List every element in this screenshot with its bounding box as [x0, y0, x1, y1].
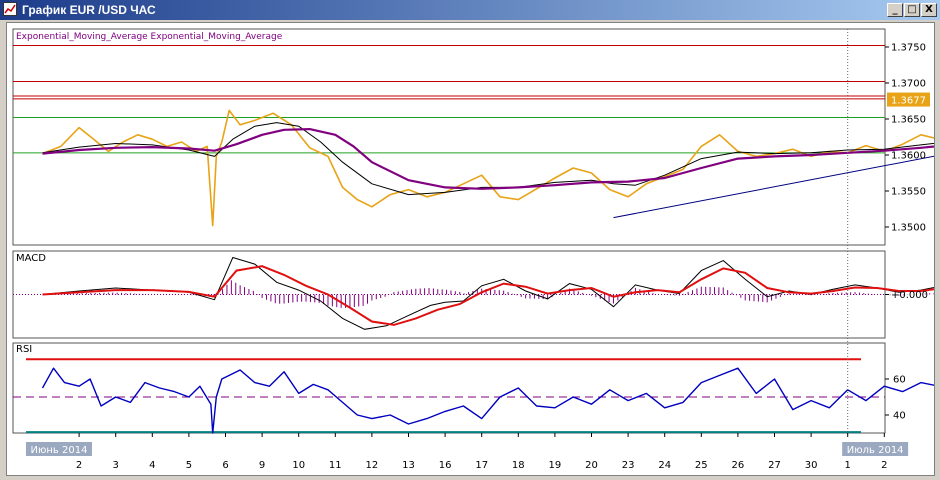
x-tick-label-3: 4: [149, 460, 155, 471]
rsi-ytick-label-1: 60: [893, 375, 906, 386]
window-titlebar[interactable]: График EUR /USD ЧАС _ □ X: [0, 0, 940, 20]
window-title: График EUR /USD ЧАС: [22, 3, 156, 17]
x-tick-label-11: 16: [439, 460, 452, 471]
x-tick-label-14: 19: [549, 460, 562, 471]
x-tick-label-13: 18: [512, 460, 525, 471]
x-tick-label-16: 23: [622, 460, 635, 471]
month-label-2: Июль 2014: [847, 445, 904, 456]
price-ytick-label-4: 1.3600: [891, 151, 926, 162]
x-tick-label-23: 2: [881, 460, 887, 471]
price-ytick-label-1: 1.3750: [891, 43, 926, 54]
x-tick-label-17: 24: [658, 460, 671, 471]
month-label-1: Июнь 2014: [30, 445, 87, 456]
x-tick-label-6: 9: [259, 460, 265, 471]
x-tick-label-7: 10: [292, 460, 305, 471]
chart-area[interactable]: 1.3750 1.3700 1.3650 1.3600 1.3550 1.3500 1.36…: [6, 22, 935, 476]
x-tick-label-10: 13: [402, 460, 415, 471]
price-panel-title: Exponential_Moving_Average Exponential_M…: [16, 32, 283, 42]
maximize-button[interactable]: □: [904, 3, 920, 17]
x-tick-label-19: 26: [732, 460, 745, 471]
macd-panel-title: MACD: [16, 253, 46, 264]
x-tick-label-12: 17: [475, 460, 488, 471]
price-ytick-label-3: 1.3650: [891, 115, 926, 126]
x-tick-label-9: 12: [366, 460, 379, 471]
x-tick-label-20: 27: [768, 460, 781, 471]
current-price-label: 1.3677: [891, 96, 926, 107]
macd-ytick-label-1: +0.000: [891, 290, 928, 301]
x-tick-label-5: 6: [222, 460, 228, 471]
minimize-button[interactable]: _: [887, 3, 903, 17]
chart-svg[interactable]: 1.3750 1.3700 1.3650 1.3600 1.3550 1.3500 1.36…: [7, 23, 934, 475]
x-tick-label-15: 20: [585, 460, 598, 471]
rsi-panel-title: RSI: [16, 344, 32, 355]
x-tick-label-22: 1: [845, 460, 851, 471]
x-tick-label-8: 11: [329, 460, 342, 471]
x-tick-label-18: 25: [695, 460, 708, 471]
chart-app-icon: [3, 2, 17, 16]
rsi-ytick-label-2: 40: [893, 411, 906, 422]
x-tick-label-1: 2: [76, 460, 82, 471]
x-tick-label-4: 5: [186, 460, 192, 471]
price-ytick-label-6: 1.3500: [891, 223, 926, 234]
price-ytick-label-5: 1.3550: [891, 187, 926, 198]
x-tick-label-21: 30: [805, 460, 818, 471]
close-button[interactable]: X: [921, 3, 937, 17]
price-ytick-label-2: 1.3700: [891, 79, 926, 90]
panel-frame-3: [12, 342, 886, 434]
x-tick-label-2: 3: [113, 460, 119, 471]
